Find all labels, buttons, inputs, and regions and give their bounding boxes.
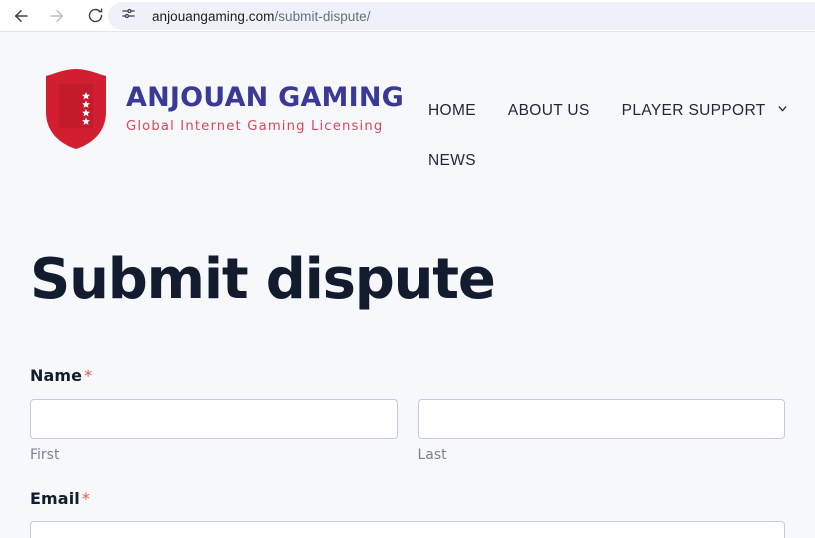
forward-button[interactable] (42, 1, 72, 31)
logo-text: ANJOUAN GAMING Global Internet Gaming Li… (126, 84, 404, 133)
brand-name: ANJOUAN GAMING (126, 82, 405, 114)
browser-toolbar: anjouangaming.com/submit-dispute/ (0, 0, 815, 31)
back-button[interactable] (6, 1, 36, 31)
site-header: ANJOUAN GAMING Global Internet Gaming Li… (0, 32, 815, 192)
last-name-input[interactable] (417, 399, 785, 439)
name-field-group: Name * First Last (30, 366, 785, 463)
nav-item-player-support[interactable]: PLAYER SUPPORT (622, 102, 789, 120)
submit-dispute-form: Name * First Last Email * (30, 366, 785, 538)
email-label-text: Email (30, 489, 80, 508)
reload-icon (87, 7, 104, 24)
nav-item-about-us[interactable]: ABOUT US (508, 102, 590, 120)
main-navigation: HOME ABOUT US PLAYER SUPPORT NEWS (428, 102, 808, 170)
browser-nav-buttons (0, 1, 110, 31)
nav-item-news[interactable]: NEWS (428, 152, 476, 170)
name-label: Name * (30, 366, 785, 385)
reload-button[interactable] (80, 1, 110, 31)
url-path: /submit-dispute/ (274, 8, 371, 24)
last-name-column: Last (417, 399, 785, 463)
url-text: anjouangaming.com/submit-dispute/ (152, 9, 371, 24)
first-name-sub-label: First (30, 447, 60, 463)
name-inputs-row: First Last (30, 399, 785, 463)
email-label: Email * (30, 489, 785, 508)
last-name-sub-label: Last (417, 447, 447, 463)
arrow-right-icon (48, 7, 66, 25)
page-viewport: ANJOUAN GAMING Global Internet Gaming Li… (0, 32, 815, 538)
first-name-input[interactable] (30, 399, 398, 439)
required-marker: * (81, 489, 90, 508)
site-info-button[interactable] (114, 2, 142, 30)
nav-item-label: ABOUT US (507, 102, 590, 119)
email-input[interactable] (30, 521, 785, 538)
chevron-down-icon[interactable] (776, 102, 789, 120)
brand-tagline: Global Internet Gaming Licensing (126, 119, 384, 135)
nav-row-1: HOME ABOUT US PLAYER SUPPORT (428, 102, 808, 120)
first-name-column: First (30, 399, 398, 463)
url-domain: anjouangaming.com (152, 8, 275, 24)
email-field-group: Email * (30, 489, 785, 538)
nav-item-home[interactable]: HOME (428, 102, 476, 120)
arrow-left-icon (12, 7, 30, 25)
name-label-text: Name (30, 366, 83, 385)
required-marker: * (84, 366, 93, 385)
nav-row-2: NEWS (428, 152, 808, 170)
page-title: Submit dispute (30, 247, 496, 312)
shield-crescent-stars-icon (40, 68, 112, 150)
site-logo[interactable]: ANJOUAN GAMING Global Internet Gaming Li… (40, 68, 404, 150)
nav-item-label: PLAYER SUPPORT (621, 102, 766, 119)
nav-item-label: NEWS (428, 152, 476, 169)
page-content: Submit dispute Name * First Last Email * (0, 252, 815, 538)
address-bar[interactable]: anjouangaming.com/submit-dispute/ (108, 2, 815, 30)
page-settings-sliders-icon (121, 6, 136, 26)
nav-item-label: HOME (428, 102, 476, 119)
